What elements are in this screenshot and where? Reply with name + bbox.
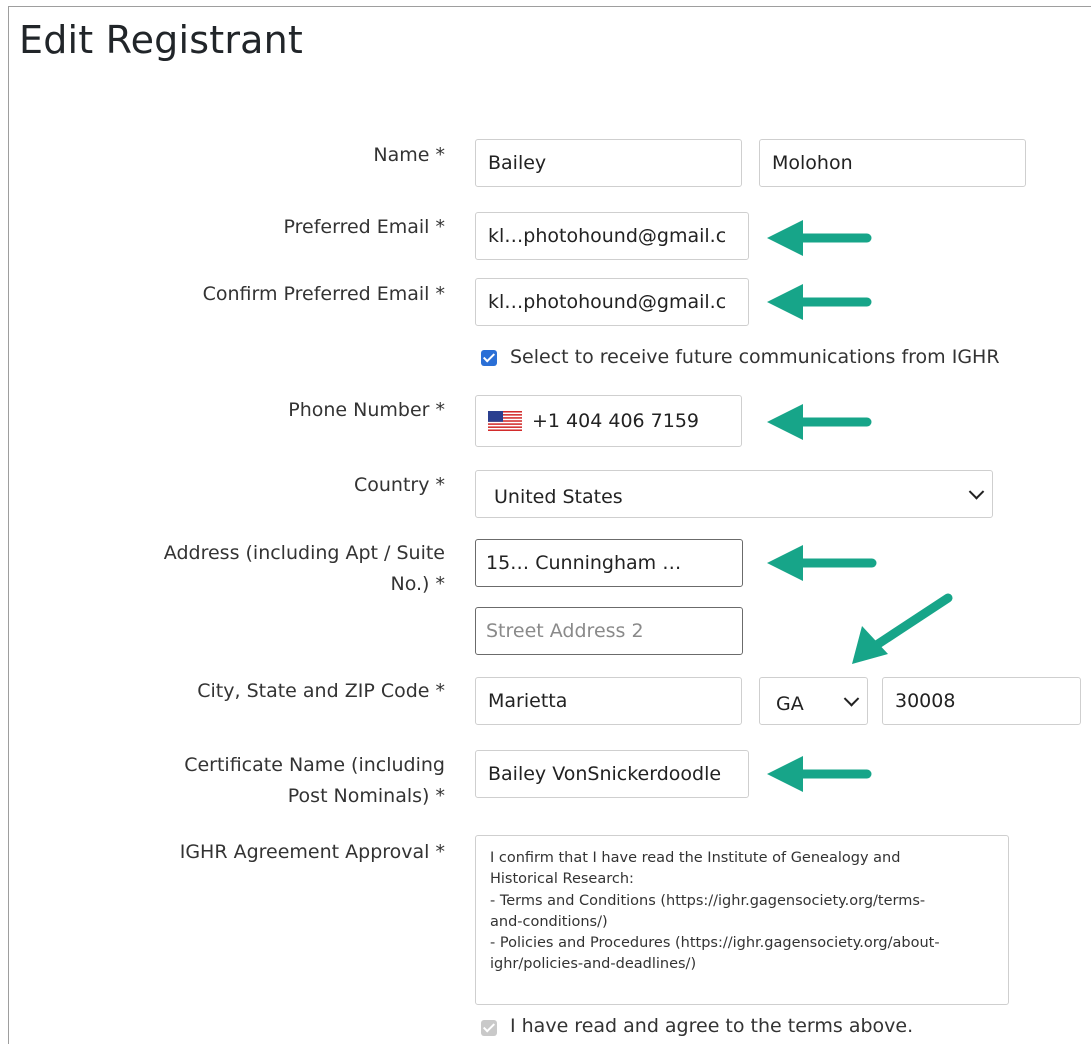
agreement-line: - Policies and Procedures (https://ighr.… (490, 935, 940, 952)
agreement-line: and-conditions/) (490, 913, 608, 930)
annotation-arrow-icon (852, 593, 953, 664)
communications-checkbox[interactable] (481, 350, 497, 366)
country-select[interactable]: United States (475, 470, 993, 518)
phone-label: Phone Number * (288, 399, 445, 421)
last-name-input[interactable]: Molohon (759, 139, 1026, 187)
annotation-arrow-icon (767, 220, 872, 256)
zip-input[interactable]: 30008 (882, 677, 1081, 725)
state-select[interactable]: GA (759, 677, 868, 725)
chevron-down-icon (968, 484, 985, 500)
first-name-input[interactable]: Bailey (475, 139, 742, 187)
city-input[interactable]: Marietta (475, 677, 742, 725)
address-label-line1: Address (including Apt / Suite (163, 542, 445, 564)
agreement-line: - Terms and Conditions (https://ighr.gag… (490, 892, 926, 909)
chevron-down-icon (843, 691, 860, 707)
certificate-label-line2: Post Nominals) * (287, 785, 445, 807)
communications-label: Select to receive future communications … (510, 346, 1000, 368)
annotation-arrow-icon (767, 756, 872, 792)
agreement-line: Historical Research: (490, 871, 634, 888)
agreement-checkbox[interactable] (481, 1020, 497, 1036)
state-value: GA (776, 693, 804, 715)
address-line1-input[interactable]: 15… Cunningham … (475, 539, 743, 587)
country-value: United States (494, 486, 623, 508)
preferred-email-input[interactable]: kl…photohound@gmail.c (475, 212, 749, 260)
certificate-name-input[interactable]: Bailey VonSnickerdoodle (475, 750, 749, 798)
us-flag-icon[interactable] (488, 411, 522, 431)
country-label: Country * (353, 474, 445, 496)
confirm-email-label: Confirm Preferred Email * (202, 283, 445, 305)
confirm-email-input[interactable]: kl…photohound@gmail.c (475, 278, 749, 326)
annotation-arrow-icon (767, 404, 872, 440)
address-line2-input[interactable]: Street Address 2 (475, 607, 743, 655)
preferred-email-label: Preferred Email * (283, 216, 446, 238)
name-label: Name * (373, 144, 445, 166)
certificate-label-line1: Certificate Name (including (184, 754, 445, 776)
agreement-line: I confirm that I have read the Institute… (490, 850, 901, 866)
phone-input[interactable]: +1 404 406 7159 (475, 395, 742, 447)
agreement-label: IGHR Agreement Approval * (179, 841, 445, 863)
agreement-line: ighr/policies-and-deadlines/) (490, 956, 697, 973)
phone-value: +1 404 406 7159 (532, 410, 700, 432)
agreement-checkbox-label: I have read and agree to the terms above… (510, 1015, 914, 1037)
address-label-line2: No.) * (390, 573, 446, 595)
city-state-zip-label: City, State and ZIP Code * (197, 680, 445, 702)
page-title: Edit Registrant (19, 18, 304, 62)
annotation-arrow-icon (767, 284, 872, 320)
annotation-arrow-icon (767, 545, 877, 581)
agreement-textarea[interactable]: I confirm that I have read the Institute… (475, 835, 1009, 1005)
